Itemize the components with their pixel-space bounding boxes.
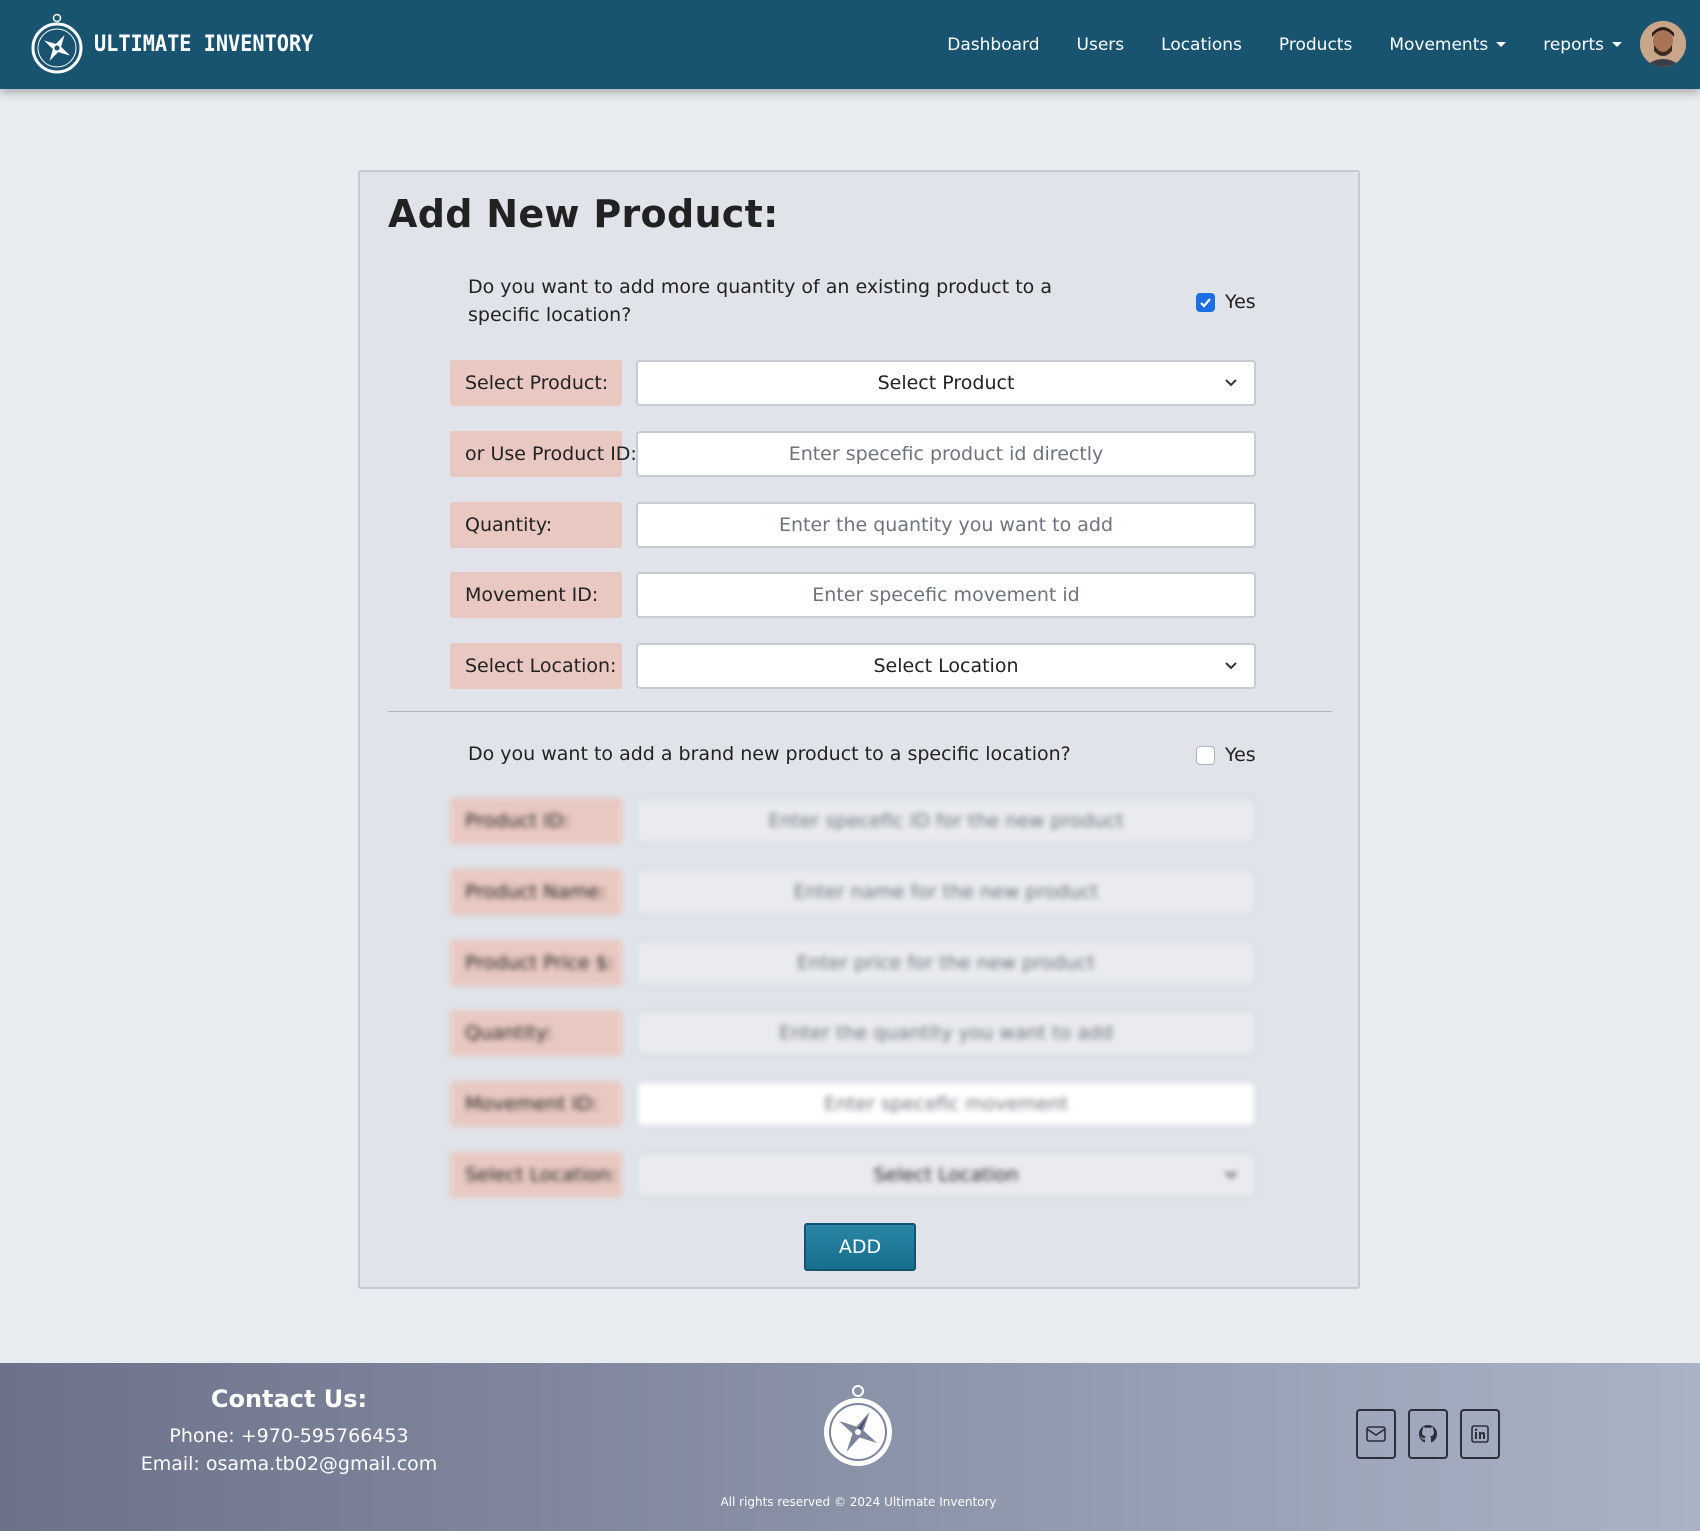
new-select-location-dropdown[interactable]: Select Location: [636, 1152, 1256, 1198]
navbar: ULTIMATE INVENTORY Dashboard Users Locat…: [0, 0, 1700, 89]
new-product-id-input[interactable]: Enter specefic ID for the new product: [636, 798, 1256, 844]
contact-title: Contact Us:: [210, 1385, 368, 1413]
new-product-check-label: Yes: [1225, 744, 1256, 766]
movement-id-input[interactable]: Enter specefic movement id: [636, 572, 1256, 618]
new-quantity-label: Quantity:: [450, 1010, 622, 1056]
new-movement-id-label: Movement ID:: [450, 1081, 622, 1127]
nav-movements-dropdown[interactable]: Movements: [1389, 34, 1507, 55]
brand-name: ULTIMATE INVENTORY: [94, 31, 314, 57]
existing-product-question: Do you want to add more quantity of an e…: [468, 276, 1052, 326]
new-product-name-placeholder: Enter name for the new product: [793, 881, 1099, 903]
new-product-name-input[interactable]: Enter name for the new product: [636, 869, 1256, 915]
chevron-down-icon: [1225, 662, 1237, 670]
user-avatar-image: [1640, 21, 1686, 67]
movement-id-label: Movement ID:: [450, 572, 622, 618]
copyright: All rights reserved © 2024 Ultimate Inve…: [720, 1495, 997, 1509]
contact-phone: Phone: +970-595766453: [169, 1425, 409, 1447]
movement-id-placeholder: Enter specefic movement id: [812, 584, 1080, 606]
new-movement-id-input[interactable]: Enter specefic movement: [636, 1081, 1256, 1127]
select-location-dropdown[interactable]: Select Location: [636, 643, 1256, 689]
mail-icon: [1366, 1426, 1386, 1442]
nav-users-label: Users: [1076, 34, 1125, 55]
nav-reports-dropdown[interactable]: reports: [1543, 35, 1622, 55]
mail-button[interactable]: [1356, 1409, 1396, 1459]
new-product-price-label: Product Price $:: [450, 940, 622, 986]
product-id-placeholder: Enter specefic product id directly: [788, 443, 1104, 465]
new-product-id-placeholder: Enter specefic ID for the new product: [768, 810, 1124, 832]
existing-product-check-label: Yes: [1225, 291, 1256, 313]
select-product-value: Select Product: [877, 372, 1015, 394]
new-product-price-row: Product Price $: Enter price for the new…: [450, 940, 1256, 986]
select-location-value: Select Location: [873, 655, 1019, 677]
nav-products-label: Products: [1278, 34, 1353, 55]
compass-logo-icon: [824, 1385, 892, 1466]
section-divider: [388, 711, 1332, 712]
quantity-row: Quantity: Enter the quantity you want to…: [450, 502, 1256, 548]
quantity-input[interactable]: Enter the quantity you want to add: [636, 502, 1256, 548]
new-select-location-label: Select Location:: [450, 1152, 622, 1198]
linkedin-icon: [1471, 1425, 1489, 1443]
caret-down-icon: [1496, 42, 1507, 47]
new-quantity-input[interactable]: Enter the quantity you want to add: [636, 1010, 1256, 1056]
contact-email: Email: osama.tb02@gmail.com: [140, 1453, 438, 1475]
nav-dashboard-label: Dashboard: [947, 34, 1040, 55]
caret-down-icon: [1612, 42, 1622, 47]
new-product-toggle[interactable]: Yes: [1196, 744, 1256, 766]
movement-id-row: Movement ID: Enter specefic movement id: [450, 572, 1256, 618]
new-movement-id-row: Movement ID: Enter specefic movement: [450, 1081, 1256, 1127]
nav-users[interactable]: Users: [1077, 35, 1125, 55]
select-location-row: Select Location: Select Location: [450, 643, 1256, 689]
new-product-name-label: Product Name:: [450, 869, 622, 915]
github-button[interactable]: [1408, 1409, 1448, 1459]
chevron-down-icon: [1225, 1171, 1237, 1179]
compass-logo-icon: [31, 13, 83, 74]
new-quantity-row: Quantity: Enter the quantity you want to…: [450, 1010, 1256, 1056]
new-product-id-row: Product ID: Enter specefic ID for the ne…: [450, 798, 1256, 844]
linkedin-button[interactable]: [1460, 1409, 1500, 1459]
check-icon: [1200, 297, 1211, 308]
page-title: Add New Product:: [388, 192, 779, 236]
new-product-price-input[interactable]: Enter price for the new product: [636, 940, 1256, 986]
new-product-id-label: Product ID:: [450, 798, 622, 844]
nav-reports-label: reports: [1543, 34, 1604, 55]
brand[interactable]: ULTIMATE INVENTORY: [30, 13, 332, 75]
product-id-label: or Use Product ID:: [450, 431, 637, 477]
new-product-checkbox[interactable]: [1196, 745, 1215, 765]
existing-product-checkbox[interactable]: [1196, 292, 1215, 312]
new-select-location-value: Select Location: [873, 1164, 1019, 1186]
quantity-placeholder: Enter the quantity you want to add: [778, 514, 1114, 536]
select-location-label: Select Location:: [450, 643, 622, 689]
new-movement-id-placeholder: Enter specefic movement: [823, 1093, 1069, 1115]
chevron-down-icon: [1225, 379, 1237, 387]
nav-locations-label: Locations: [1161, 34, 1242, 55]
new-quantity-placeholder: Enter the quantity you want to add: [778, 1022, 1114, 1044]
existing-product-toggle[interactable]: Yes: [1196, 291, 1256, 313]
nav-links: Dashboard Users Locations Products Movem…: [910, 0, 1622, 89]
quantity-label: Quantity:: [450, 502, 622, 548]
add-button[interactable]: ADD: [804, 1223, 916, 1271]
nav-dashboard[interactable]: Dashboard: [947, 35, 1039, 55]
nav-products[interactable]: Products: [1279, 35, 1352, 55]
new-product-name-row: Product Name: Enter name for the new pro…: [450, 869, 1256, 915]
add-product-card: Add New Product: Do you want to add more…: [358, 170, 1360, 1289]
nav-movements-label: Movements: [1389, 34, 1489, 55]
product-id-row: or Use Product ID: Enter specefic produc…: [450, 431, 1256, 477]
nav-locations[interactable]: Locations: [1161, 35, 1242, 55]
github-icon: [1418, 1424, 1438, 1443]
select-product-label: Select Product:: [450, 360, 622, 406]
select-product-row: Select Product: Select Product: [450, 360, 1256, 406]
new-product-price-placeholder: Enter price for the new product: [796, 952, 1096, 974]
new-select-location-row: Select Location: Select Location: [450, 1152, 1256, 1198]
user-avatar[interactable]: [1640, 21, 1686, 67]
footer: Contact Us: Phone: +970-595766453 Email:…: [0, 1363, 1700, 1531]
new-product-question: Do you want to add a brand new product t…: [468, 743, 1071, 765]
product-id-input[interactable]: Enter specefic product id directly: [636, 431, 1256, 477]
select-product-dropdown[interactable]: Select Product: [636, 360, 1256, 406]
